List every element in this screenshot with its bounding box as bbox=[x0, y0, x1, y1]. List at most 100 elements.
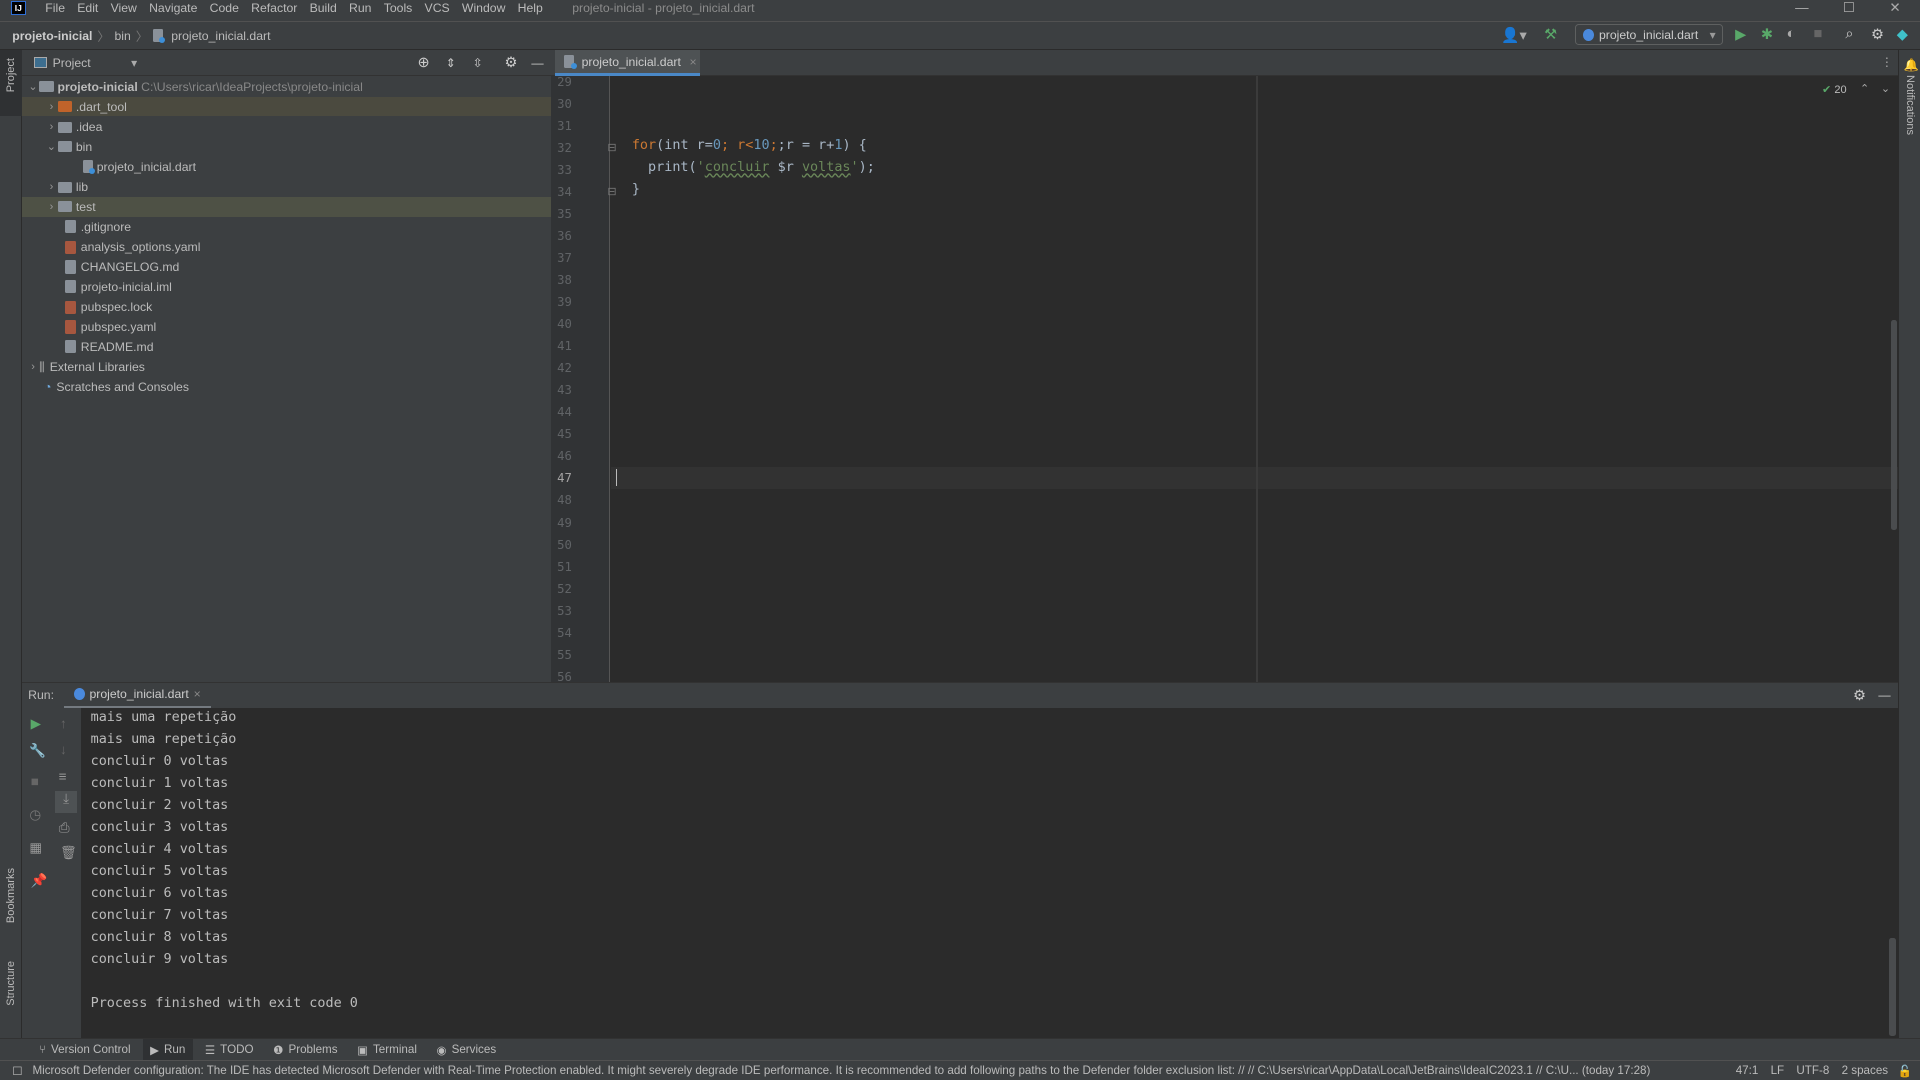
line-number: 32 bbox=[557, 140, 572, 155]
menu-edit[interactable]: Edit bbox=[77, 1, 98, 15]
indent-setting[interactable]: 2 spaces bbox=[1842, 1064, 1889, 1077]
caret-position[interactable]: 47:1 bbox=[1736, 1064, 1759, 1077]
tree-label: test bbox=[75, 199, 96, 214]
locate-file-icon[interactable]: ⊕ bbox=[418, 54, 430, 71]
settings-gear-icon[interactable]: ⚙ bbox=[1853, 687, 1866, 704]
menu-help[interactable]: Help bbox=[518, 1, 543, 15]
code-editor[interactable]: projeto_inicial.dart × ⋮ 29 30 31 32 33 34 35 3… bbox=[551, 50, 1898, 684]
breadcrumb-bin[interactable]: bin bbox=[114, 29, 130, 43]
dart-file-icon bbox=[83, 160, 96, 174]
tree-item-readme[interactable]: README.md bbox=[22, 337, 551, 357]
user-icon[interactable]: 👤▾ bbox=[1501, 26, 1527, 44]
code-line-33: print('concluir $r voltas'); bbox=[631, 160, 875, 176]
run-icon[interactable]: ▶ bbox=[1735, 26, 1746, 43]
search-icon[interactable]: ⌕ bbox=[1845, 26, 1853, 42]
file-encoding[interactable]: UTF-8 bbox=[1796, 1064, 1829, 1077]
editor-scrollbar[interactable] bbox=[1890, 319, 1897, 531]
next-highlight-icon[interactable]: ⌄ bbox=[1881, 82, 1890, 95]
bookmarks-tool-button[interactable]: Bookmarks bbox=[5, 868, 17, 923]
chevron-down-icon[interactable]: ▾ bbox=[131, 56, 137, 70]
tree-item-external-libraries[interactable]: › ⫼ External Libraries bbox=[22, 358, 551, 378]
stop-icon[interactable]: ■ bbox=[1813, 26, 1822, 42]
tree-label: projeto-inicial.iml bbox=[80, 279, 172, 294]
close-window-button[interactable]: ✕ bbox=[1889, 0, 1900, 16]
run-tool-button[interactable]: ▶ Run bbox=[142, 1038, 193, 1061]
project-view-select[interactable]: Project bbox=[53, 56, 91, 70]
tree-item-pubspec-lock[interactable]: pubspec.lock bbox=[22, 298, 551, 318]
close-tab-icon[interactable]: × bbox=[194, 687, 201, 701]
line-separator[interactable]: LF bbox=[1771, 1064, 1785, 1077]
chevron-right-icon: › bbox=[49, 100, 54, 113]
more-options-icon[interactable]: ⋮ bbox=[1881, 55, 1893, 69]
breadcrumb-project[interactable]: projeto-inicial bbox=[12, 29, 92, 43]
toggle-tool-windows-icon[interactable]: ☐ bbox=[12, 1064, 22, 1078]
tree-item-main-file[interactable]: projeto_inicial.dart bbox=[22, 157, 551, 177]
menu-code[interactable]: Code bbox=[210, 1, 239, 15]
lock-file-icon bbox=[64, 300, 76, 315]
debug-bug-icon[interactable]: ✱ bbox=[1761, 26, 1773, 43]
notifications-tool-button[interactable]: Notifications bbox=[1904, 75, 1916, 135]
problems-tool-button[interactable]: ❶ Problems bbox=[266, 1039, 345, 1061]
previous-highlight-icon[interactable]: ⌃ bbox=[1860, 82, 1869, 95]
terminal-tool-button[interactable]: ▣ Terminal bbox=[350, 1039, 425, 1061]
fold-icon[interactable]: ⊟ bbox=[607, 141, 616, 154]
build-hammer-icon[interactable]: ⚒ bbox=[1544, 26, 1557, 43]
tree-item-bin[interactable]: ⌄ bin bbox=[22, 137, 551, 157]
run-tab[interactable]: projeto_inicial.dart × bbox=[63, 683, 211, 708]
tree-item-lib[interactable]: › lib bbox=[22, 178, 551, 198]
console-scrollbar[interactable] bbox=[1889, 937, 1896, 1036]
coverage-icon[interactable]: ◐ bbox=[1787, 26, 1796, 42]
menu-run[interactable]: Run bbox=[349, 1, 371, 15]
tree-item-changelog[interactable]: CHANGELOG.md bbox=[22, 257, 551, 277]
todo-tool-button[interactable]: ☰ TODO bbox=[198, 1039, 261, 1061]
fold-end-icon[interactable]: ⊟ bbox=[607, 185, 616, 198]
services-tool-button[interactable]: ◉ Services bbox=[429, 1039, 503, 1061]
tab-projeto-inicial-dart[interactable]: projeto_inicial.dart × bbox=[554, 50, 701, 76]
menu-refactor[interactable]: Refactor bbox=[251, 1, 297, 15]
dart-file-icon bbox=[152, 29, 166, 43]
hide-panel-icon[interactable]: — bbox=[1878, 688, 1890, 702]
hide-panel-icon[interactable]: — bbox=[531, 56, 543, 70]
menu-tools[interactable]: Tools bbox=[384, 1, 413, 15]
status-message[interactable]: Microsoft Defender configuration: The ID… bbox=[32, 1064, 1703, 1077]
right-tool-stripe: 🔔 Notifications bbox=[1897, 50, 1920, 1039]
menu-window[interactable]: Window bbox=[462, 1, 506, 15]
label: Terminal bbox=[373, 1043, 417, 1057]
version-control-tool-button[interactable]: ⑂ Version Control bbox=[32, 1039, 138, 1061]
close-tab-icon[interactable]: × bbox=[689, 55, 696, 69]
run-configuration-select[interactable]: projeto_inicial.dart ▾ bbox=[1574, 24, 1723, 46]
notifications-bell-icon[interactable]: 🔔 bbox=[1904, 58, 1919, 72]
minimize-button[interactable]: — bbox=[1795, 0, 1808, 15]
menu-navigate[interactable]: Navigate bbox=[149, 1, 197, 15]
inspection-widget[interactable]: ✔ 20 bbox=[1822, 83, 1847, 96]
collapse-all-icon[interactable]: ⇳ bbox=[473, 56, 483, 70]
menu-file[interactable]: File bbox=[45, 1, 65, 15]
iml-file-icon bbox=[64, 279, 76, 294]
tree-item-scratches[interactable]: ◔ Scratches and Consoles bbox=[22, 377, 551, 397]
tree-item-idea[interactable]: › .idea bbox=[22, 118, 551, 138]
breadcrumb-file[interactable]: projeto_inicial.dart bbox=[171, 29, 270, 43]
tree-item-pubspec-yaml[interactable]: pubspec.yaml bbox=[22, 317, 551, 337]
tree-item-dart-tool[interactable]: › .dart_tool bbox=[22, 96, 551, 117]
expand-all-icon[interactable]: ⇕ bbox=[446, 56, 456, 70]
lock-icon[interactable]: 🔓 bbox=[1898, 1064, 1912, 1078]
jetbrains-toolbox-icon[interactable]: ◆ bbox=[1897, 26, 1908, 43]
settings-gear-icon[interactable]: ⚙ bbox=[504, 54, 517, 71]
settings-gear-icon[interactable]: ⚙ bbox=[1871, 26, 1884, 43]
chevron-right-icon: › bbox=[31, 361, 35, 374]
tree-item-iml[interactable]: projeto-inicial.iml bbox=[22, 277, 551, 297]
menu-vcs[interactable]: VCS bbox=[425, 1, 450, 15]
menu-build[interactable]: Build bbox=[310, 1, 337, 15]
line-number: 55 bbox=[557, 647, 572, 662]
tree-item-root[interactable]: ⌄ projeto-inicial C:\Users\ricar\IdeaProj… bbox=[22, 77, 551, 97]
menu-view[interactable]: View bbox=[111, 1, 137, 15]
tree-item-analysis-options[interactable]: analysis_options.yaml bbox=[22, 238, 551, 258]
project-tool-button[interactable]: Project bbox=[0, 50, 23, 117]
chevron-right-icon: 〉 bbox=[135, 29, 148, 44]
maximize-button[interactable]: ☐ bbox=[1843, 0, 1855, 16]
console-output[interactable]: mais uma repetição mais uma repetição conc… bbox=[22, 708, 1898, 1040]
tree-label: bin bbox=[75, 139, 93, 154]
tree-item-test[interactable]: › test bbox=[22, 197, 551, 217]
tree-item-gitignore[interactable]: .gitignore bbox=[22, 217, 551, 237]
structure-tool-button[interactable]: Structure bbox=[5, 961, 17, 1006]
